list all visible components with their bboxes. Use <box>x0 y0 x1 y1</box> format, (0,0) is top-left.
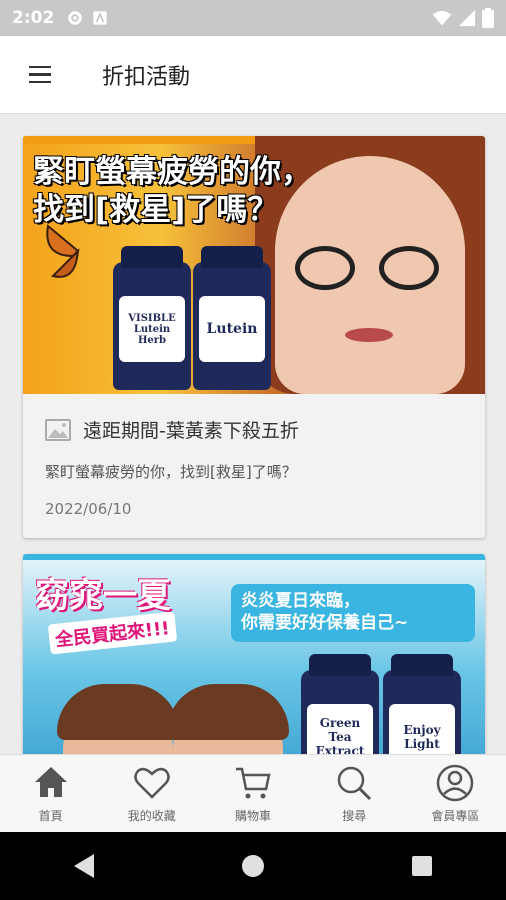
recents-square-icon <box>411 856 432 876</box>
app-bar: 折扣活動 <box>0 36 506 114</box>
banner-top-strip <box>23 554 485 560</box>
promotion-banner-image[interactable]: 窈窕一夏 全民買起來!!! 炎炎夏日來臨， 你需要好好保養自己~ Green T… <box>23 554 485 754</box>
system-recents-button[interactable] <box>392 836 452 896</box>
nav-label: 會員專區 <box>431 809 480 823</box>
banner-glasses-shape <box>295 246 445 290</box>
nav-label: 首頁 <box>38 809 63 823</box>
page-title: 折扣活動 <box>102 64 191 90</box>
glasses-lens <box>295 246 355 290</box>
bottle-label: Lutein <box>199 296 265 362</box>
banner-person-hair <box>167 684 289 740</box>
system-navigation-bar <box>0 832 506 900</box>
status-system-icons <box>432 8 494 28</box>
app-notification-icon <box>93 11 107 25</box>
system-back-button[interactable] <box>54 836 114 896</box>
nav-item-member[interactable]: 會員專區 <box>405 755 506 832</box>
product-bottle: Lutein <box>193 246 271 390</box>
nav-item-favorites[interactable]: 我的收藏 <box>101 755 202 832</box>
bottle-cap <box>391 654 453 676</box>
card-date: 2022/06/10 <box>45 500 132 518</box>
battery-icon <box>482 8 494 28</box>
bottom-navigation: 首頁 我的收藏 購物車 搜尋 會員專區 <box>0 754 506 832</box>
cart-icon <box>236 767 271 799</box>
wifi-icon <box>432 10 452 26</box>
banner-message-line2: 你需要好好保養自己~ <box>241 613 409 634</box>
card-title: 遠距期間-葉黃素下殺五折 <box>83 420 299 442</box>
home-icon <box>34 767 67 797</box>
card-description: 緊盯螢幕疲勞的你，找到[救星]了嗎？ <box>45 463 297 481</box>
nav-label: 購物車 <box>235 809 272 823</box>
nav-item-cart[interactable]: 購物車 <box>202 755 303 832</box>
banner-headline-line2: 找到[救星]了嗎？ <box>33 192 279 228</box>
heart-icon <box>134 767 170 799</box>
promotion-card[interactable]: 緊盯螢幕疲勞的你， 找到[救星]了嗎？ VISIBLE Lutein Herb … <box>23 136 485 538</box>
status-time: 2:02 <box>12 8 55 28</box>
bottle-label: VISIBLE Lutein Herb <box>119 296 185 362</box>
bottle-cap <box>201 246 263 268</box>
bottle-label: Green Tea Extract <box>307 704 373 754</box>
menu-icon-line <box>29 80 51 84</box>
signal-icon <box>458 9 476 27</box>
menu-button[interactable] <box>20 55 60 95</box>
banner-person-shape <box>167 684 289 754</box>
banner-subheadline: 全民買起來!!! <box>47 611 177 655</box>
product-bottle: Enjoy Light <box>383 654 461 754</box>
settings-gear-icon <box>68 11 83 25</box>
banner-message-line1: 炎炎夏日來臨， <box>241 591 360 611</box>
banner-message-box: 炎炎夏日來臨， 你需要好好保養自己~ <box>231 584 475 642</box>
image-icon <box>45 418 71 441</box>
product-bottle: VISIBLE Lutein Herb <box>113 246 191 390</box>
glasses-lens <box>379 246 439 290</box>
nav-item-search[interactable]: 搜尋 <box>304 755 405 832</box>
bottle-cap <box>309 654 371 676</box>
nav-item-home[interactable]: 首頁 <box>0 755 101 832</box>
banner-lips-shape <box>345 328 393 342</box>
home-circle-icon <box>241 855 264 877</box>
menu-icon-line <box>29 65 51 69</box>
system-home-button[interactable] <box>223 836 283 896</box>
banner-headline: 窈窕一夏 <box>35 576 171 616</box>
bottle-cap <box>121 246 183 268</box>
user-icon <box>437 764 474 802</box>
nav-label: 我的收藏 <box>127 809 176 823</box>
status-bar: 2:02 <box>0 0 506 36</box>
card-title-row: 遠距期間-葉黃素下殺五折 <box>45 416 463 443</box>
back-triangle-icon <box>74 854 95 878</box>
status-notification-icons <box>66 9 108 27</box>
banner-person-hair <box>57 684 179 740</box>
menu-icon-line <box>29 73 51 76</box>
card-body: 遠距期間-葉黃素下殺五折 緊盯螢幕疲勞的你，找到[救星]了嗎？ 2022/06/… <box>23 394 485 518</box>
product-bottle: Green Tea Extract <box>301 654 379 754</box>
promotion-card[interactable]: 窈窕一夏 全民買起來!!! 炎炎夏日來臨， 你需要好好保養自己~ Green T… <box>23 554 485 754</box>
search-icon <box>337 766 372 801</box>
promotion-list[interactable]: 緊盯螢幕疲勞的你， 找到[救星]了嗎？ VISIBLE Lutein Herb … <box>0 114 506 754</box>
bottle-label: Enjoy Light <box>389 704 455 754</box>
promotion-banner-image[interactable]: 緊盯螢幕疲勞的你， 找到[救星]了嗎？ VISIBLE Lutein Herb … <box>23 136 485 394</box>
nav-label: 搜尋 <box>342 809 367 823</box>
banner-person-shape <box>57 684 179 754</box>
